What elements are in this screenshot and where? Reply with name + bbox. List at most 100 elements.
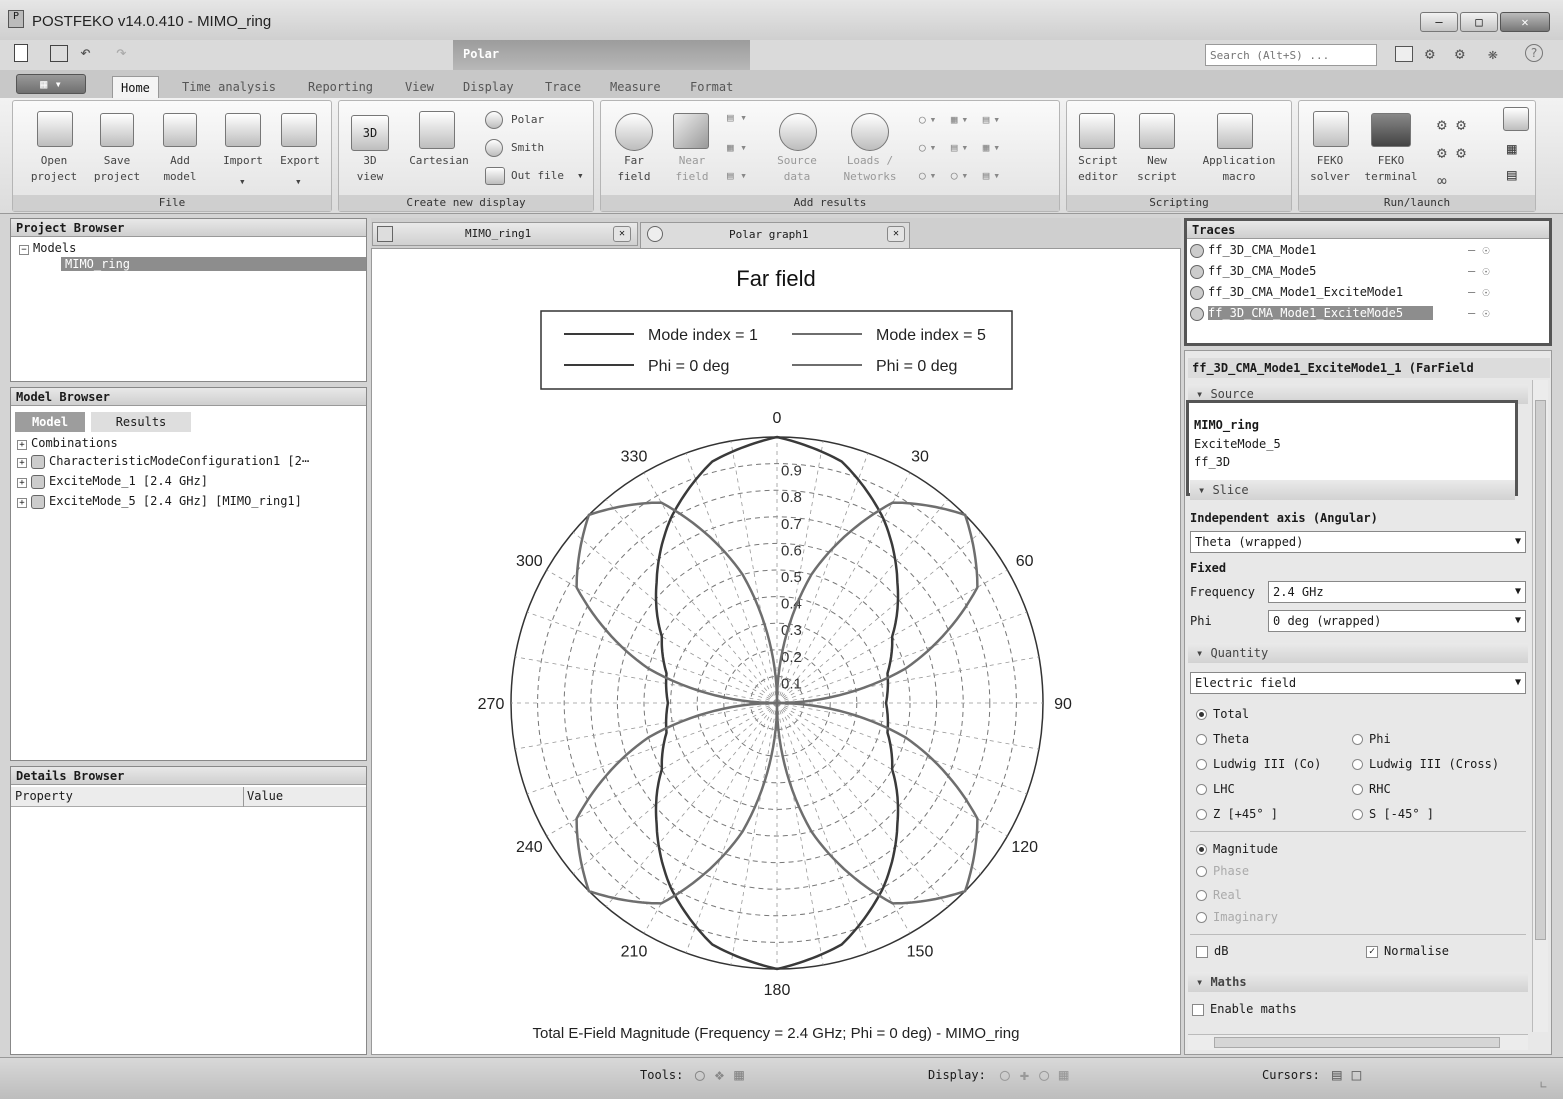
tree-excite-mode-5[interactable]: + ExciteMode_5 [2.4 GHz] [MIMO_ring1]: [17, 494, 302, 509]
tab-trace[interactable]: Trace: [545, 76, 581, 98]
feko-terminal-button[interactable]: FEKO terminal: [1363, 153, 1419, 185]
result-icon-row-1[interactable]: ◯▾ ▦▾ ▤▾: [919, 113, 1004, 126]
out-file-dropdown-icon[interactable]: ▾: [577, 169, 584, 182]
layout-icon[interactable]: [1395, 46, 1413, 62]
tab-time-analysis[interactable]: Time analysis: [182, 76, 276, 98]
feko-solver-button[interactable]: FEKO solver: [1303, 153, 1357, 185]
column-property[interactable]: Property: [15, 789, 73, 803]
radio-s[interactable]: S [-45° ]: [1352, 807, 1434, 821]
search-input[interactable]: [1205, 44, 1377, 66]
tab-view[interactable]: View: [405, 76, 434, 98]
minimize-button[interactable]: –: [1420, 12, 1458, 32]
source-data-button[interactable]: Source data: [767, 153, 827, 185]
trace-item[interactable]: ff_3D_CMA_Mode1_ExciteMode1 — ☉: [1190, 282, 1540, 302]
transfer-icon[interactable]: ▤ ▾: [727, 169, 747, 182]
near-field-button[interactable]: Near field: [665, 153, 719, 185]
cartesian-button[interactable]: Cartesian: [399, 153, 479, 169]
tab-model[interactable]: Model: [15, 412, 85, 432]
close-icon[interactable]: ✕: [613, 226, 631, 242]
radio-real[interactable]: Real: [1196, 888, 1242, 902]
tab-format[interactable]: Format: [690, 76, 733, 98]
out-file-button[interactable]: Out file: [511, 169, 564, 182]
cursor-icons[interactable]: ▤□: [1332, 1065, 1371, 1084]
section-maths[interactable]: ▾ Maths: [1188, 972, 1528, 992]
radio-rhc[interactable]: RHC: [1352, 782, 1391, 796]
radio-lhc[interactable]: LHC: [1196, 782, 1235, 796]
tree-cm-config[interactable]: + CharacteristicModeConfiguration1 [2⋯: [17, 454, 309, 469]
resize-grip-icon[interactable]: ∟: [1540, 1078, 1547, 1092]
polar-button[interactable]: Polar: [511, 113, 544, 126]
radio-total[interactable]: Total: [1196, 707, 1249, 721]
save-project-button[interactable]: Save project: [87, 153, 147, 185]
section-slice[interactable]: ▾ Slice: [1190, 480, 1515, 500]
close-icon[interactable]: ✕: [887, 226, 905, 242]
far-field-button[interactable]: Far field: [607, 153, 661, 185]
tile-icon[interactable]: ▦: [1507, 139, 1517, 158]
3d-view-button[interactable]: 3D view: [345, 153, 395, 185]
section-quantity[interactable]: ▾ Quantity: [1188, 643, 1528, 663]
add-model-button[interactable]: Add model: [153, 153, 207, 185]
column-value[interactable]: Value: [247, 789, 283, 803]
mesh-icon[interactable]: ▦ ▾: [727, 141, 747, 154]
result-icon-row-3[interactable]: ◯▾ ◯▾ ▤▾: [919, 169, 1004, 182]
visibility-icon[interactable]: — ☉: [1468, 282, 1490, 302]
export-button[interactable]: Export: [271, 153, 329, 169]
import-dropdown-icon[interactable]: ▾: [239, 175, 246, 188]
frequency-select[interactable]: 2.4 GHz ▼: [1268, 581, 1526, 603]
phi-select[interactable]: 0 deg (wrapped) ▼: [1268, 610, 1526, 632]
radio-magnitude[interactable]: Magnitude: [1196, 842, 1278, 856]
visibility-icon[interactable]: — ☉: [1468, 240, 1490, 260]
tool-icons[interactable]: ◯❖▦: [695, 1065, 754, 1084]
visibility-icon[interactable]: — ☉: [1468, 261, 1490, 281]
tab-reporting[interactable]: Reporting: [308, 76, 373, 98]
undo-icon[interactable]: ↶: [80, 42, 91, 63]
horizontal-scrollbar[interactable]: [1188, 1034, 1528, 1050]
new-script-button[interactable]: New script: [1129, 153, 1185, 185]
script-editor-button[interactable]: Script editor: [1069, 153, 1127, 185]
trace-item-selected[interactable]: ff_3D_CMA_Mode1_ExciteMode5 — ☉: [1190, 303, 1540, 323]
open-project-button[interactable]: Open project: [21, 153, 87, 185]
radio-ludwig-co[interactable]: Ludwig III (Co): [1196, 757, 1321, 771]
tree-models[interactable]: − Models: [19, 241, 76, 255]
currents-icon[interactable]: ▤ ▾: [727, 111, 747, 124]
radio-phase[interactable]: Phase: [1196, 864, 1249, 878]
tab-results[interactable]: Results: [91, 412, 191, 432]
close-button[interactable]: ✕: [1500, 12, 1550, 32]
expand-icon[interactable]: +: [17, 458, 27, 468]
import-button[interactable]: Import: [213, 153, 273, 169]
save-icon[interactable]: [50, 45, 68, 62]
tree-mimo-ring[interactable]: MIMO_ring: [61, 257, 366, 271]
result-icon-row-2[interactable]: ◯▾ ▤▾ ▦▾: [919, 141, 1004, 154]
quantity-select[interactable]: Electric field ▼: [1190, 672, 1526, 694]
radio-imaginary[interactable]: Imaginary: [1196, 910, 1278, 924]
display-icons[interactable]: ◯✚◯▦: [1000, 1065, 1079, 1084]
contextual-tab-polar[interactable]: Polar: [453, 40, 750, 70]
help-icon[interactable]: ?: [1525, 44, 1543, 62]
expand-icon[interactable]: +: [17, 498, 27, 508]
radio-theta[interactable]: Theta: [1196, 732, 1249, 746]
trace-item[interactable]: ff_3D_CMA_Mode1 — ☉: [1190, 240, 1540, 260]
external-icon[interactable]: ▤: [1507, 165, 1517, 184]
independent-axis-select[interactable]: Theta (wrapped) ▼: [1190, 531, 1526, 553]
collapse-icon[interactable]: −: [19, 245, 29, 255]
vertical-scrollbar[interactable]: [1532, 380, 1548, 1032]
radio-z[interactable]: Z [+45° ]: [1196, 807, 1278, 821]
application-macro-button[interactable]: Application macro: [1191, 153, 1287, 185]
doc-tab-polar-graph1[interactable]: Polar graph1 ✕: [640, 222, 910, 248]
tab-measure[interactable]: Measure: [610, 76, 661, 98]
grid-view-icon[interactable]: [1503, 107, 1529, 131]
trace-item[interactable]: ff_3D_CMA_Mode5 — ☉: [1190, 261, 1540, 281]
smith-button[interactable]: Smith: [511, 141, 544, 154]
expand-icon[interactable]: +: [17, 478, 27, 488]
doc-tab-mimo-ring1[interactable]: MIMO_ring1 ✕: [372, 222, 638, 246]
scroll-thumb[interactable]: [1214, 1037, 1500, 1048]
loads-networks-button[interactable]: Loads / Networks: [835, 153, 905, 185]
tree-combinations[interactable]: + Combinations: [17, 436, 118, 450]
tab-home[interactable]: Home: [112, 76, 159, 98]
help-tools-icon[interactable]: ⚙: [1425, 44, 1435, 63]
scroll-thumb[interactable]: [1535, 400, 1546, 940]
checkbox-db[interactable]: dB: [1196, 944, 1228, 958]
checkbox-normalise[interactable]: ✓ Normalise: [1366, 944, 1449, 958]
launcher-icon[interactable]: ⚙: [1455, 44, 1465, 63]
run-small-icons[interactable]: ⚙ ⚙ ⚙ ⚙ ∞: [1437, 111, 1497, 195]
